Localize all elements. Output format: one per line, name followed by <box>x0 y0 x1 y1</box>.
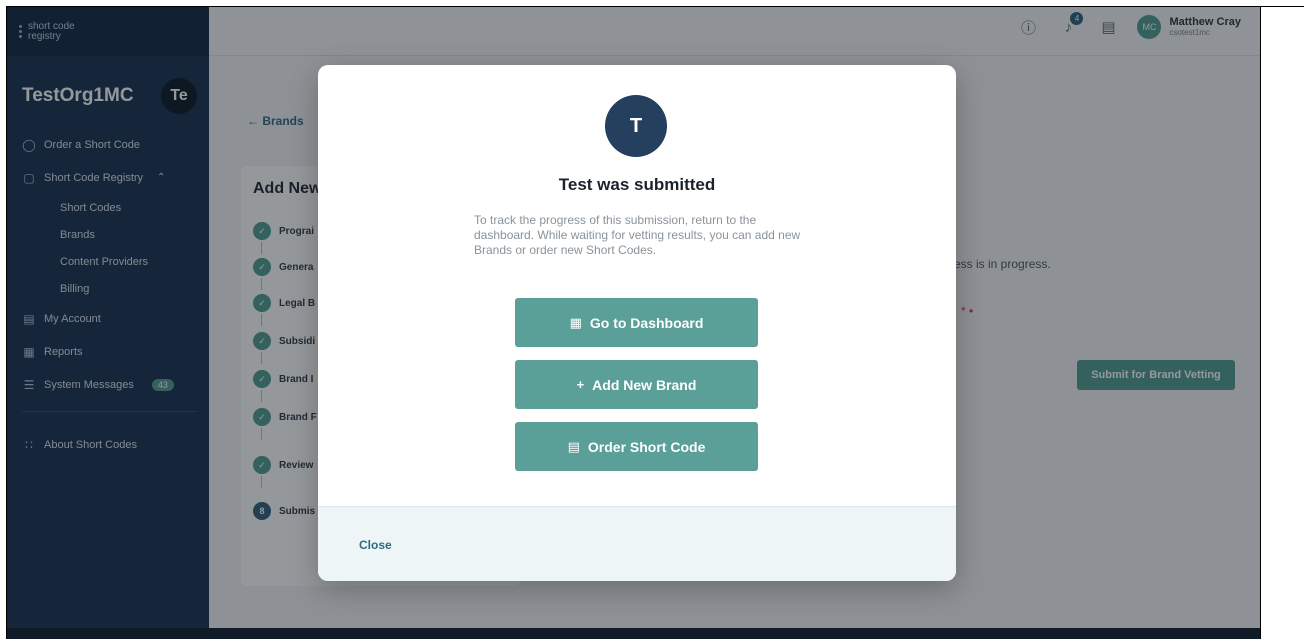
add-new-brand-button[interactable]: + Add New Brand <box>515 360 758 409</box>
plus-icon: + <box>576 377 585 392</box>
button-label: Add New Brand <box>592 376 697 393</box>
order-short-code-button[interactable]: ▤ Order Short Code <box>515 422 758 471</box>
modal-description: To track the progress of this submission… <box>474 213 801 257</box>
button-label: Order Short Code <box>587 438 706 455</box>
modal-avatar: T <box>605 95 667 157</box>
go-to-dashboard-button[interactable]: ▦ Go to Dashboard <box>515 298 758 347</box>
submission-modal: T Test was submitted To track the progre… <box>318 65 956 581</box>
frame-right-border <box>1260 6 1261 639</box>
frame-top-border <box>6 6 1304 7</box>
button-label: Go to Dashboard <box>589 314 704 331</box>
dashboard-icon: ▦ <box>569 314 582 330</box>
app-window: short code registry TestOrg1MC Te ◯ Orde… <box>6 6 1260 639</box>
modal-footer: Close <box>318 506 956 581</box>
modal-title: Test was submitted <box>558 175 716 194</box>
close-button[interactable]: Close <box>359 538 392 552</box>
cart-icon: ▤ <box>567 438 580 454</box>
